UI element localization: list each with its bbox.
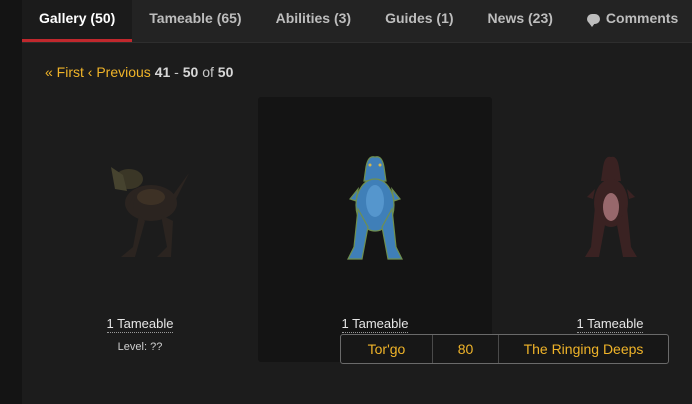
tab-abilities[interactable]: Abilities (3) xyxy=(259,0,368,42)
gallery-content: « First ‹ Previous 41 - 50 of 50 1 Tamea… xyxy=(22,43,692,404)
tameable-tooltip: Tor'go 80 The Ringing Deeps xyxy=(340,334,669,364)
comment-icon xyxy=(586,14,600,27)
tab-comments-label: Comments xyxy=(605,10,679,26)
tab-guides[interactable]: Guides (1) xyxy=(368,0,470,42)
tameable-link[interactable]: 1 Tameable xyxy=(341,316,409,333)
range-of: of xyxy=(202,64,214,80)
left-page-margin xyxy=(0,0,22,404)
first-page-link[interactable]: « First xyxy=(45,64,84,80)
previous-page-link[interactable]: ‹ Previous xyxy=(88,64,151,80)
tameable-link[interactable]: 1 Tameable xyxy=(576,316,644,333)
range-total: 50 xyxy=(217,64,234,80)
tameable-count: 1 Tameable xyxy=(258,316,492,333)
range-end: 50 xyxy=(182,64,199,80)
tab-news[interactable]: News (23) xyxy=(471,0,570,42)
tab-bar: Gallery (50) Tameable (65) Abilities (3)… xyxy=(22,0,692,43)
blue-dinosaur-icon xyxy=(347,156,403,260)
gallery-card[interactable]: 1 Tameable xyxy=(493,97,692,362)
tooltip-zone[interactable]: The Ringing Deeps xyxy=(498,335,668,363)
tab-comments[interactable]: Comments xyxy=(570,0,692,42)
tab-tameable[interactable]: Tameable (65) xyxy=(132,0,258,42)
gallery-card-hovered[interactable]: 1 Tameable xyxy=(258,97,492,362)
tameable-count: 1 Tameable xyxy=(493,316,692,333)
tab-gallery[interactable]: Gallery (50) xyxy=(22,0,133,42)
dark-green-dinosaur-icon xyxy=(111,167,189,257)
range-start: 41 xyxy=(154,64,171,80)
tameable-link[interactable]: 1 Tameable xyxy=(106,316,174,333)
tooltip-name[interactable]: Tor'go xyxy=(341,335,432,363)
level-text: Level: ?? xyxy=(117,341,163,353)
tooltip-level: 80 xyxy=(432,335,498,363)
pagination: « First ‹ Previous 41 - 50 of 50 xyxy=(45,64,233,80)
range-separator: - xyxy=(174,64,179,80)
dark-red-dinosaur-icon xyxy=(585,156,637,257)
tameable-count: 1 Tameable xyxy=(23,316,257,333)
gallery-card[interactable]: 1 Tameable Level: ?? xyxy=(23,97,257,362)
